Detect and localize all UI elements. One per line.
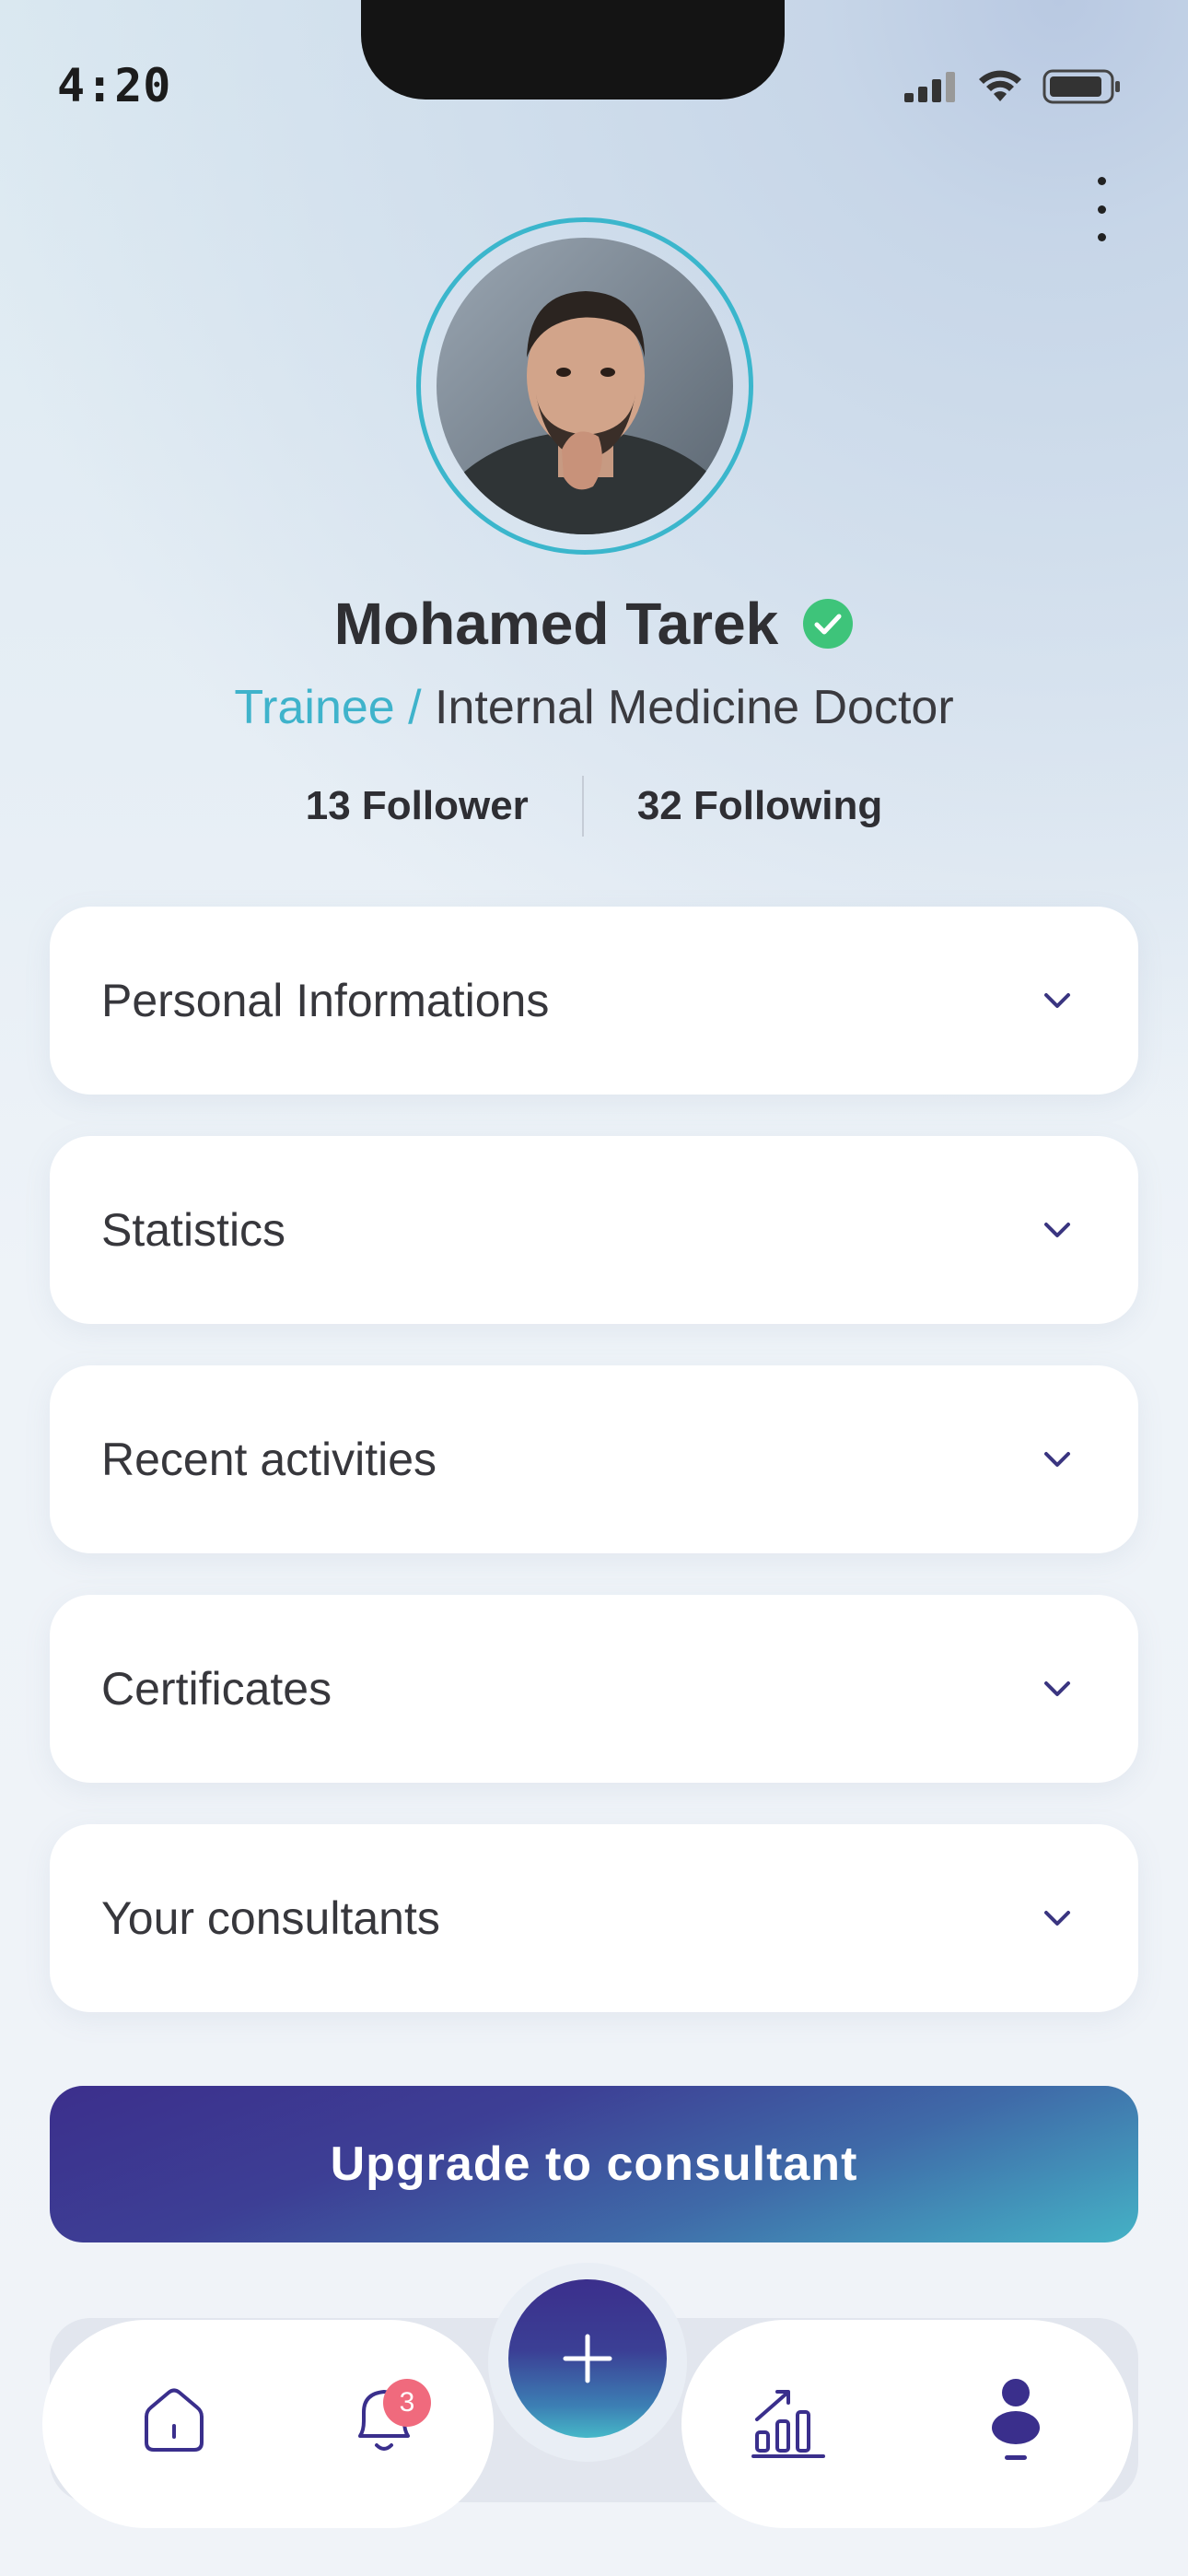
section-personal-informations[interactable]: Personal Informations: [50, 907, 1138, 1095]
profile-name: Mohamed Tarek: [333, 591, 779, 657]
profile-name-row: Mohamed Tarek: [0, 590, 1188, 658]
signal-icon: [904, 72, 955, 102]
chevron-down-icon: [1044, 1223, 1070, 1237]
section-label: Recent activities: [101, 1434, 437, 1485]
add-button[interactable]: [508, 2279, 667, 2438]
verified-icon: [803, 599, 854, 649]
section-recent-activities[interactable]: Recent activities: [50, 1365, 1138, 1553]
upgrade-to-consultant-button[interactable]: Upgrade to consultant: [50, 2086, 1138, 2242]
chevron-down-icon: [1044, 1681, 1070, 1696]
section-label: Statistics: [101, 1204, 286, 1256]
more-options-icon[interactable]: [1083, 177, 1120, 241]
wifi-icon: [979, 70, 1021, 101]
role-specialty: Internal Medicine Doctor: [421, 681, 954, 734]
avatar[interactable]: [437, 238, 733, 534]
status-icons: [904, 68, 1122, 105]
profile-role: Trainee / Internal Medicine Doctor: [0, 680, 1188, 735]
nav-statistics[interactable]: [739, 2370, 840, 2471]
section-label: Personal Informations: [101, 975, 550, 1026]
nav-home[interactable]: [123, 2370, 225, 2471]
camera-notch: [361, 0, 785, 100]
following-count[interactable]: 32 Following: [637, 783, 882, 829]
stats-divider: [581, 776, 584, 837]
followers-count[interactable]: 13 Follower: [306, 783, 529, 829]
role-level: Trainee /: [234, 681, 422, 734]
chevron-down-icon: [1044, 993, 1070, 1008]
battery-icon: [1042, 69, 1120, 104]
profile-icon: [992, 2379, 1040, 2460]
plus-icon: [563, 2334, 612, 2383]
status-time: 4:20: [57, 59, 172, 112]
chart-icon: [751, 2390, 825, 2458]
follow-stats: 13 Follower 32 Following: [0, 776, 1188, 837]
home-icon: [145, 2388, 204, 2452]
section-statistics[interactable]: Statistics: [50, 1136, 1138, 1324]
nav-profile[interactable]: [965, 2370, 1066, 2471]
section-label: Your consultants: [101, 1892, 440, 1944]
section-your-consultants[interactable]: Your consultants: [50, 1824, 1138, 2012]
section-label: Certificates: [101, 1663, 332, 1715]
chevron-down-icon: [1044, 1452, 1070, 1467]
section-certificates[interactable]: Certificates: [50, 1595, 1138, 1783]
chevron-down-icon: [1044, 1911, 1070, 1926]
avatar-ring: [416, 217, 753, 555]
notification-badge: 3: [383, 2379, 431, 2427]
